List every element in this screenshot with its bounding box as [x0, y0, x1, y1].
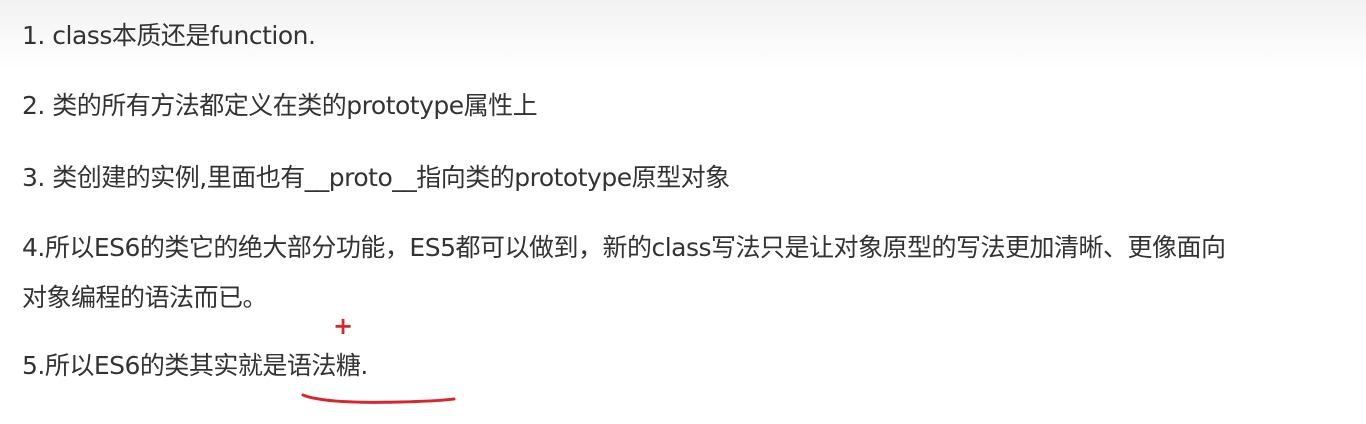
document-body: 1. class本质还是function. 2. 类的所有方法都定义在类的pro… [0, 0, 1366, 424]
list-item-continuation: 对象编程的语法而已。 [22, 283, 268, 312]
list-item: 5.所以ES6的类其实就是语法糖. [22, 351, 368, 380]
list-item: 3. 类创建的实例,里面也有__proto__指向类的prototype原型对象 [22, 163, 730, 192]
annotation-plus-mark: + [333, 312, 354, 340]
list-item: 2. 类的所有方法都定义在类的prototype属性上 [22, 91, 538, 120]
list-item: 1. class本质还是function. [22, 21, 316, 50]
annotation-underline [301, 393, 456, 404]
list-item: 4.所以ES6的类它的绝大部分功能，ES5都可以做到，新的class写法只是让对… [22, 233, 1226, 262]
